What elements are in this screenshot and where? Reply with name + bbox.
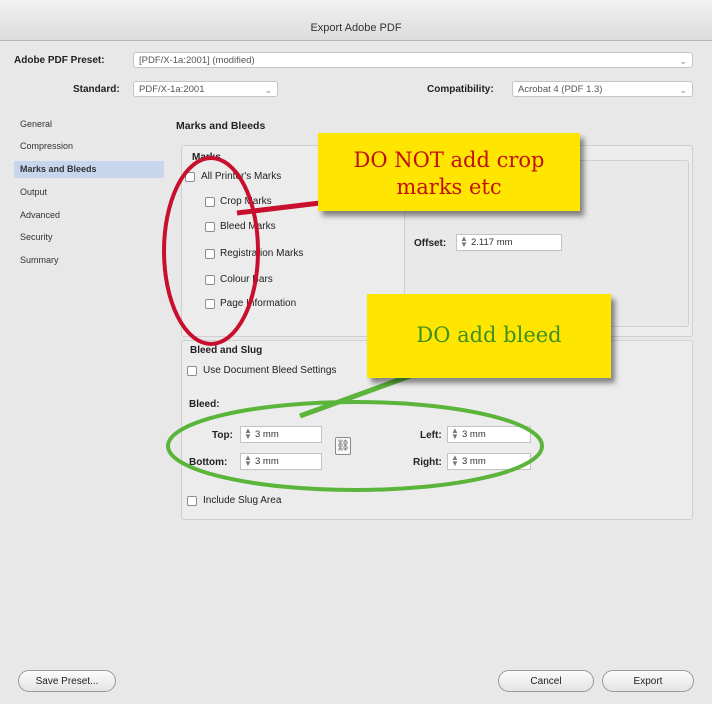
annotation-do-not-add-crop-marks: DO NOT add crop marks etc [318,133,580,211]
annotation-do-not-add-crop-marks-text: DO NOT add crop marks etc [353,148,545,199]
red-ellipse-annotation [162,156,260,346]
green-ellipse-annotation [166,400,544,492]
annotation-do-add-bleed: DO add bleed [367,294,611,378]
annotation-do-add-bleed-text: DO add bleed [416,323,562,347]
